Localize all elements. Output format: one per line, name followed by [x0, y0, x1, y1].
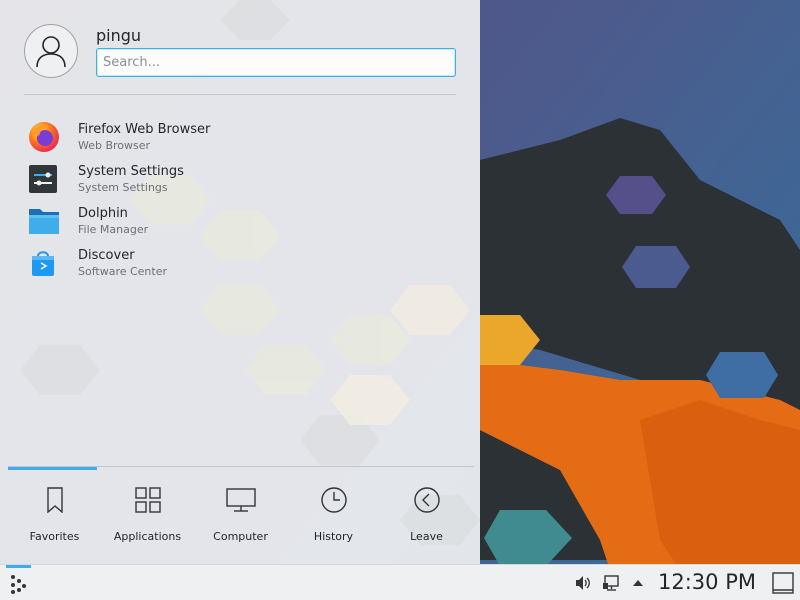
grid-icon [134, 487, 161, 513]
tab-leave[interactable]: Leave [380, 472, 473, 564]
header-separator [24, 94, 456, 95]
monitor-icon [225, 488, 256, 512]
favorite-system-settings[interactable]: System Settings System Settings [24, 158, 456, 200]
launcher-tab-bar: Favorites Applications Computer History … [8, 472, 474, 564]
tab-label: Computer [213, 530, 268, 543]
favorite-name: Dolphin [78, 205, 128, 221]
volume-button[interactable] [573, 573, 593, 593]
tab-applications[interactable]: Applications [101, 472, 194, 564]
firefox-icon [29, 122, 59, 152]
network-button[interactable] [601, 573, 621, 593]
digital-clock[interactable]: 12:30 PM [658, 570, 756, 594]
tab-label: Favorites [29, 530, 80, 543]
kickoff-launcher-icon [11, 575, 26, 594]
application-launcher-menu: pingu Fire [0, 0, 480, 564]
expand-tray-button[interactable] [628, 573, 648, 593]
volume-icon [576, 576, 590, 590]
dolphin-folder-icon [29, 209, 59, 234]
username-label: pingu [96, 26, 142, 45]
favorite-name: Discover [78, 247, 135, 263]
discover-icon [32, 251, 54, 276]
favorite-dolphin[interactable]: Dolphin File Manager [24, 200, 456, 242]
favorite-description: Software Center [78, 264, 168, 278]
bottom-panel: 12:30 PM [0, 564, 800, 600]
tab-label: Applications [113, 530, 182, 543]
show-desktop-icon [772, 572, 794, 594]
clock-icon [320, 487, 347, 513]
back-arrow-icon [413, 487, 440, 513]
favorite-name: System Settings [78, 163, 184, 179]
tab-label: History [313, 530, 354, 543]
favorite-name: Firefox Web Browser [78, 121, 211, 137]
user-avatar[interactable] [24, 24, 78, 78]
active-tab-indicator [8, 467, 97, 470]
tab-label: Leave [410, 530, 443, 543]
search-input[interactable] [96, 48, 456, 77]
system-settings-icon [29, 165, 57, 193]
tab-history[interactable]: History [287, 472, 380, 564]
bookmark-icon [46, 487, 63, 513]
favorite-description: File Manager [78, 222, 149, 236]
favorite-description: Web Browser [78, 138, 151, 152]
favorite-description: System Settings [78, 180, 168, 194]
network-icon [603, 575, 619, 591]
user-avatar-icon [36, 36, 66, 68]
favorites-list: Firefox Web Browser Web Browser System S… [24, 116, 456, 284]
application-launcher-button[interactable] [4, 567, 34, 599]
favorite-firefox[interactable]: Firefox Web Browser Web Browser [24, 116, 456, 158]
favorite-discover[interactable]: Discover Software Center [24, 242, 456, 284]
show-desktop-button[interactable] [771, 571, 795, 595]
expand-tray-icon [633, 580, 643, 586]
tab-favorites[interactable]: Favorites [8, 472, 101, 564]
tab-computer[interactable]: Computer [194, 472, 287, 564]
